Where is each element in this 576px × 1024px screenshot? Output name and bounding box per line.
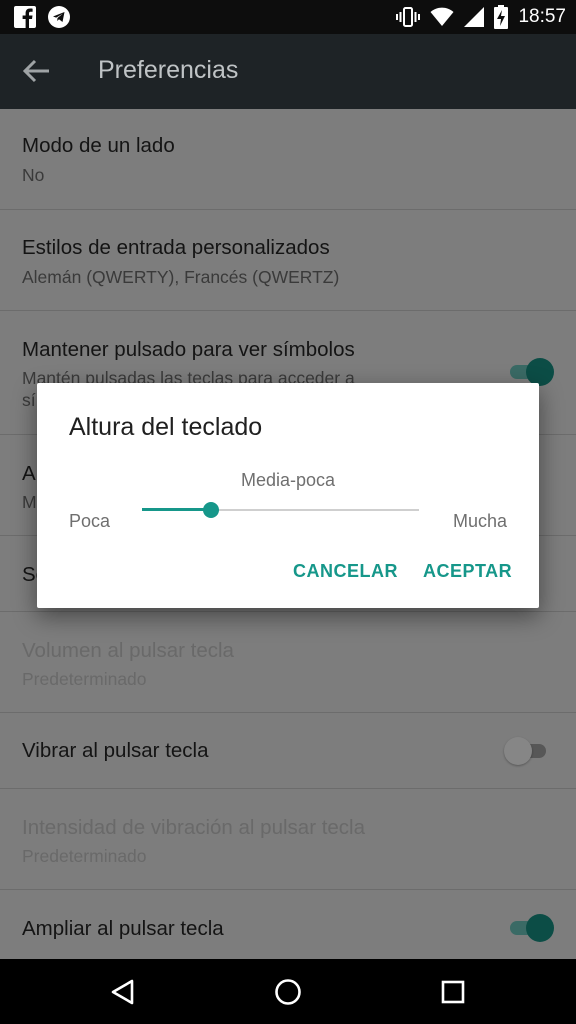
page-title: Preferencias bbox=[98, 56, 239, 84]
magnify-on-keypress-toggle[interactable] bbox=[506, 912, 554, 944]
slider-max-label: Mucha bbox=[452, 511, 507, 531]
setting-key-press-volume: Volumen al pulsar tecla Predeterminado bbox=[0, 612, 576, 713]
system-icons: 18:57 bbox=[396, 0, 566, 34]
setting-vibration-intensity: Intensidad de vibración al pulsar tecla … bbox=[0, 789, 576, 890]
slider-fill bbox=[142, 508, 212, 511]
dialog-title: Altura del teclado bbox=[69, 413, 263, 441]
vibrate-icon bbox=[396, 7, 421, 27]
nav-back-icon[interactable] bbox=[106, 975, 140, 1009]
setting-summary: Alemán (QWERTY), Francés (QWERTZ) bbox=[22, 267, 340, 287]
navigation-bar bbox=[0, 959, 576, 1024]
setting-title: Modo de un lado bbox=[22, 134, 175, 157]
accept-button[interactable]: ACEPTAR bbox=[423, 561, 512, 582]
setting-title: Estilos de entrada personalizados bbox=[22, 236, 330, 259]
cancel-button[interactable]: CANCELAR bbox=[293, 561, 398, 582]
clock: 18:57 bbox=[518, 6, 566, 27]
setting-title: Intensidad de vibración al pulsar tecla bbox=[22, 816, 366, 839]
nav-recents-icon[interactable] bbox=[436, 975, 470, 1009]
setting-magnify-on-keypress[interactable]: Ampliar al pulsar tecla bbox=[0, 890, 576, 959]
status-bar: 18:57 bbox=[0, 0, 576, 34]
slider-thumb[interactable] bbox=[203, 502, 220, 518]
slider-min-label: Poca bbox=[69, 511, 111, 531]
setting-title: Volumen al pulsar tecla bbox=[22, 639, 234, 662]
setting-summary: No bbox=[22, 165, 45, 185]
telegram-icon bbox=[48, 6, 70, 28]
setting-title: Mantener pulsado para ver símbolos bbox=[22, 338, 355, 361]
battery-charging-icon bbox=[494, 5, 509, 29]
keyboard-height-dialog: Altura del teclado Media-poca Poca Mucha… bbox=[37, 383, 539, 608]
setting-summary-line2: sí bbox=[22, 390, 36, 410]
nav-home-icon[interactable] bbox=[271, 975, 305, 1009]
setting-custom-input-styles[interactable]: Estilos de entrada personalizados Alemán… bbox=[0, 210, 576, 311]
vibrate-on-keypress-toggle[interactable] bbox=[504, 735, 550, 767]
wifi-icon bbox=[430, 7, 454, 26]
signal-icon bbox=[464, 7, 485, 27]
app-bar: Preferencias bbox=[0, 34, 576, 109]
setting-title: Ampliar al pulsar tecla bbox=[22, 917, 224, 940]
setting-summary: Predeterminado bbox=[22, 846, 147, 866]
setting-summary: Predeterminado bbox=[22, 669, 147, 689]
setting-summary: M bbox=[22, 492, 37, 512]
keyboard-height-slider[interactable] bbox=[142, 500, 419, 520]
facebook-icon bbox=[14, 6, 36, 28]
notification-icons bbox=[14, 6, 70, 28]
slider-value-label: Media-poca bbox=[240, 470, 336, 490]
setting-vibrate-on-keypress[interactable]: Vibrar al pulsar tecla bbox=[0, 713, 576, 789]
setting-title: A bbox=[22, 462, 36, 485]
setting-title: Vibrar al pulsar tecla bbox=[22, 739, 209, 762]
setting-one-handed-mode[interactable]: Modo de un lado No bbox=[0, 109, 576, 210]
back-arrow-icon[interactable] bbox=[20, 56, 54, 86]
